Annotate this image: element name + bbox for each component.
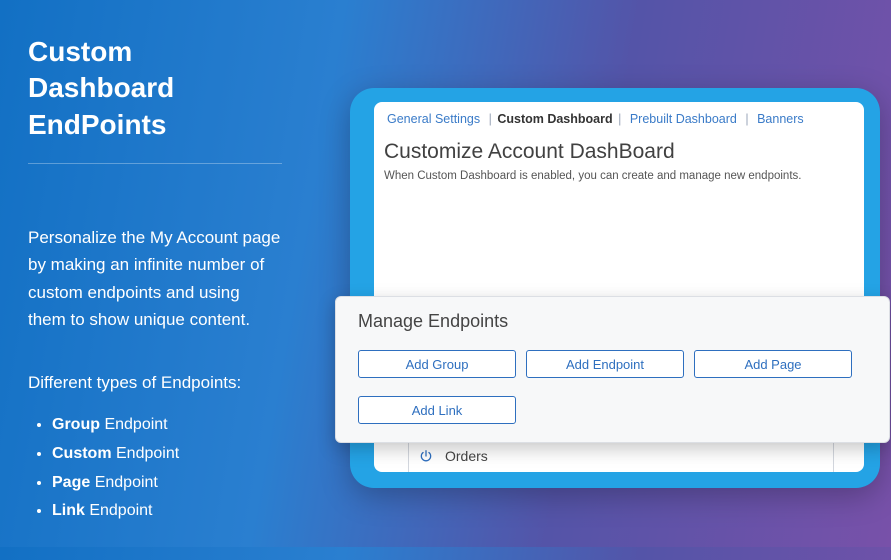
tab-separator: | — [487, 112, 494, 126]
types-list: Group Endpoint Custom Endpoint Page Endp… — [28, 411, 282, 526]
types-heading: Different types of Endpoints: — [28, 373, 282, 393]
tab-general-settings[interactable]: General Settings — [384, 112, 483, 126]
section-subtitle: When Custom Dashboard is enabled, you ca… — [384, 170, 852, 182]
section-title: Customize Account DashBoard — [384, 140, 852, 164]
endpoint-label: Orders — [445, 448, 488, 464]
tab-banners[interactable]: Banners — [754, 112, 807, 126]
add-page-button[interactable]: Add Page — [694, 350, 852, 378]
type-item-custom: Custom Endpoint — [52, 440, 282, 469]
power-icon — [419, 449, 433, 463]
tab-prebuilt-dashboard[interactable]: Prebuilt Dashboard — [627, 112, 740, 126]
tabs-bar: General Settings | Custom Dashboard | Pr… — [374, 102, 864, 134]
manage-title: Manage Endpoints — [358, 311, 867, 332]
divider — [28, 163, 282, 164]
hero-description: Personalize the My Account page by makin… — [28, 224, 282, 333]
action-button-row: Add Group Add Endpoint Add Page Add Link — [358, 350, 867, 424]
hero-sidebar: Custom Dashboard EndPoints Personalize t… — [0, 0, 310, 560]
type-item-link: Link Endpoint — [52, 497, 282, 526]
manage-endpoints-card: Manage Endpoints Add Group Add Endpoint … — [335, 296, 890, 443]
add-group-button[interactable]: Add Group — [358, 350, 516, 378]
type-item-group: Group Endpoint — [52, 411, 282, 440]
add-link-button[interactable]: Add Link — [358, 396, 516, 424]
hero-title: Custom Dashboard EndPoints — [28, 34, 282, 143]
add-endpoint-button[interactable]: Add Endpoint — [526, 350, 684, 378]
type-item-page: Page Endpoint — [52, 469, 282, 498]
tab-separator: | — [616, 112, 623, 126]
tab-custom-dashboard[interactable]: Custom Dashboard — [497, 112, 612, 126]
section-header: Customize Account DashBoard When Custom … — [374, 134, 864, 188]
tab-separator: | — [743, 112, 750, 126]
